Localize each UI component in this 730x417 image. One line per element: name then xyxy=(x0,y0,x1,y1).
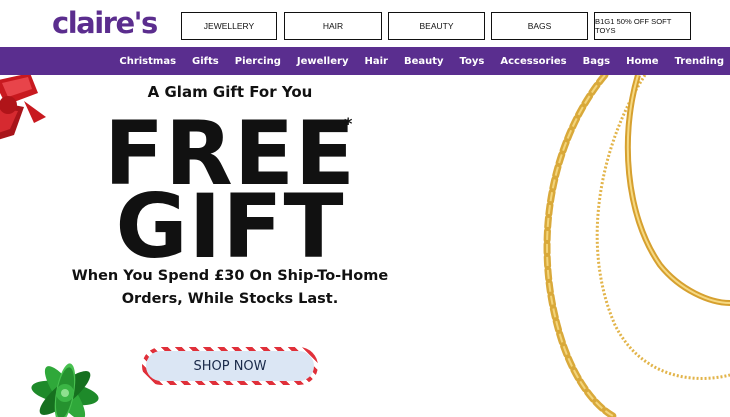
nav-beauty[interactable]: Beauty xyxy=(404,56,444,67)
gold-chain-necklace-image xyxy=(543,75,730,417)
hero-title-asterisk: * xyxy=(344,114,353,133)
nav-accessories[interactable]: Accessories xyxy=(500,56,566,67)
nav-trending[interactable]: Trending xyxy=(675,56,724,67)
hero-subhead: A Glam Gift For You xyxy=(147,83,313,101)
pill-hair[interactable]: HAIR xyxy=(284,12,382,40)
hero-body-line-1: When You Spend £30 On Ship-To-Home xyxy=(71,268,389,284)
main-nav: Christmas Gifts Piercing Jewellery Hair … xyxy=(0,47,730,75)
pill-bags[interactable]: BAGS xyxy=(491,12,588,40)
nav-jewellery[interactable]: Jewellery xyxy=(297,56,349,67)
hero-body-line-2: Orders, While Stocks Last. xyxy=(121,291,339,307)
nav-home[interactable]: Home xyxy=(626,56,658,67)
nav-toys[interactable]: Toys xyxy=(460,56,485,67)
shop-now-button[interactable]: SHOP NOW xyxy=(142,347,318,385)
site-header: claire's JEWELLERY HAIR BEAUTY BAGS B1G1… xyxy=(0,0,730,47)
nav-piercing[interactable]: Piercing xyxy=(235,56,281,67)
claires-logo[interactable]: claire's xyxy=(52,6,158,40)
pill-beauty[interactable]: BEAUTY xyxy=(388,12,485,40)
green-gift-bow-icon xyxy=(31,363,99,417)
hero-title-gift: GIFT xyxy=(115,175,345,278)
nav-hair[interactable]: Hair xyxy=(364,56,387,67)
nav-christmas[interactable]: Christmas xyxy=(119,56,176,67)
pill-b1g1-soft-toys[interactable]: B1G1 50% OFF SOFT TOYS xyxy=(594,12,691,40)
shop-now-label: SHOP NOW xyxy=(146,351,314,381)
nav-bags[interactable]: Bags xyxy=(583,56,610,67)
pill-jewellery[interactable]: JEWELLERY xyxy=(181,12,277,40)
hero-banner[interactable]: A Glam Gift For You FREE * GIFT When You… xyxy=(0,75,730,417)
nav-gifts[interactable]: Gifts xyxy=(192,56,219,67)
